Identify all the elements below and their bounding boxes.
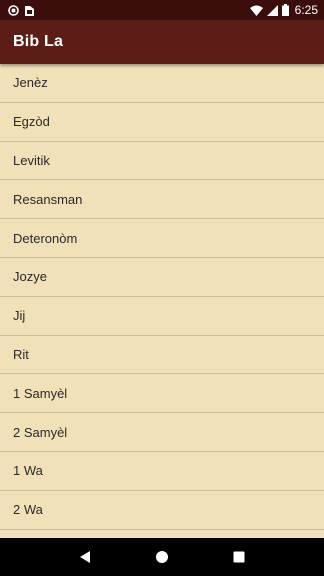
notification-circle-icon	[8, 4, 19, 16]
book-label: Jozye	[13, 269, 47, 285]
system-nav-bar	[0, 538, 324, 576]
app-title: Bib La	[13, 33, 64, 50]
list-item-book[interactable]: 1 Samyèl	[0, 374, 324, 414]
list-item-book[interactable]: Resansman	[0, 180, 324, 220]
list-item-book[interactable]	[0, 530, 324, 538]
book-label: Deteronòm	[13, 230, 78, 246]
list-item-book[interactable]: Jozye	[0, 258, 324, 297]
list-item-book[interactable]: 1 Wa	[0, 452, 324, 491]
list-item-book[interactable]: Jij	[0, 297, 324, 336]
back-icon[interactable]	[71, 543, 99, 571]
recents-icon[interactable]	[225, 543, 253, 571]
book-list[interactable]: Jenèz Egzòd Levitik Resansman Deteronòm …	[0, 64, 324, 538]
book-label: Rit	[13, 346, 29, 362]
list-item-book[interactable]: Egzòd	[0, 103, 324, 142]
book-label: 1 Wa	[13, 463, 43, 479]
book-label: 2 Wa	[13, 502, 43, 518]
book-label: Jij	[13, 308, 26, 324]
list-item-book[interactable]: 2 Samyèl	[0, 413, 324, 452]
wifi-icon	[249, 5, 263, 16]
list-item-book[interactable]: Rit	[0, 336, 324, 375]
app-bar: Bib La	[0, 20, 324, 64]
list-item-book[interactable]: Levitik	[0, 142, 324, 181]
book-label: Levitik	[13, 152, 50, 168]
status-time: 6:25	[294, 3, 318, 17]
book-label: Jenèz	[13, 75, 48, 91]
book-label: Resansman	[13, 191, 83, 207]
list-item-book[interactable]: Deteronòm	[0, 219, 324, 258]
book-label: 2 Samyèl	[13, 424, 68, 440]
cell-signal-icon	[266, 4, 278, 16]
status-bar: 6:25	[0, 0, 324, 20]
status-left	[8, 4, 34, 16]
home-icon[interactable]	[148, 543, 176, 571]
sim-card-icon	[25, 5, 34, 16]
book-label: Egzòd	[13, 114, 50, 130]
status-right: 6:25	[249, 3, 318, 17]
list-item-book[interactable]: Jenèz	[0, 64, 324, 103]
battery-icon	[281, 4, 289, 16]
list-item-book[interactable]: 2 Wa	[0, 491, 324, 530]
book-label: 1 Samyèl	[13, 385, 68, 401]
